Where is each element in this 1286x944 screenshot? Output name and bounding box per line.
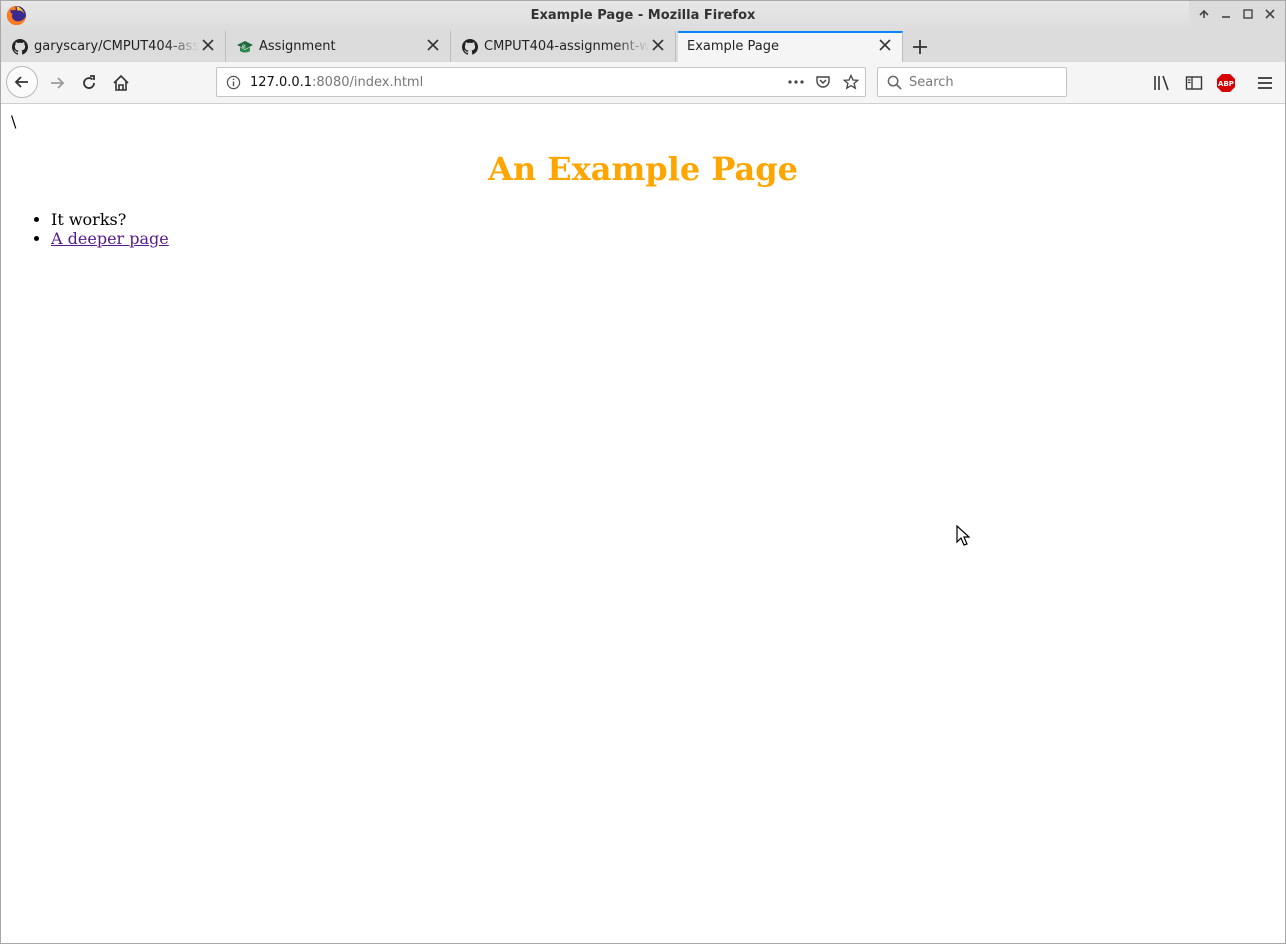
url-path: :8080/index.html — [312, 75, 424, 90]
tab-assignment[interactable]: e Assignment — [226, 31, 451, 62]
mouse-pointer-icon — [956, 525, 970, 546]
window-title: Example Page - Mozilla Firefox — [530, 8, 756, 23]
window-minimize-icon[interactable] — [1219, 7, 1233, 21]
window-close-icon[interactable] — [1263, 7, 1277, 21]
tab-label: Assignment — [259, 39, 336, 54]
list-item-text: It works? — [51, 210, 127, 229]
navigation-toolbar: 127.0.0.1:8080/index.html Search ABP — [1, 62, 1285, 104]
page-heading: An Example Page — [488, 150, 798, 188]
page-content: \ An Example Page It works? A deeper pag… — [1, 104, 1285, 943]
window-up-icon[interactable] — [1197, 7, 1211, 21]
tab-example-page[interactable]: Example Page — [678, 31, 903, 62]
info-circle-icon[interactable] — [226, 75, 241, 90]
content-list: It works? A deeper page — [11, 210, 169, 248]
list-item: A deeper page — [51, 229, 169, 248]
sidebar-icon[interactable] — [1185, 74, 1203, 92]
library-icon[interactable] — [1153, 74, 1171, 92]
page-actions-more-icon[interactable] — [787, 76, 805, 88]
list-item: It works? — [51, 210, 169, 229]
eclass-cap-icon: e — [237, 41, 253, 53]
tab-label: CMPUT404-assignment-w — [484, 39, 649, 54]
adblock-plus-icon[interactable]: ABP — [1216, 73, 1236, 93]
back-button[interactable] — [6, 66, 38, 98]
reload-icon[interactable] — [80, 74, 98, 92]
window-controls — [1189, 1, 1285, 29]
title-bar: Example Page - Mozilla Firefox — [1, 1, 1285, 31]
pocket-icon[interactable] — [815, 74, 831, 90]
svg-text:e: e — [242, 43, 246, 50]
tab-cmput404-assignment[interactable]: CMPUT404-assignment-w — [451, 31, 676, 62]
url-text: 127.0.0.1:8080/index.html — [250, 75, 423, 90]
tab-strip: garyscary/CMPUT404-assi e Assignment CMP… — [1, 31, 1285, 62]
github-icon — [462, 39, 478, 55]
window-maximize-icon[interactable] — [1241, 7, 1255, 21]
tab-github-repo[interactable]: garyscary/CMPUT404-assi — [1, 31, 226, 62]
stray-text: \ — [11, 112, 17, 131]
forward-arrow-icon[interactable] — [48, 74, 66, 92]
close-icon[interactable] — [201, 38, 215, 52]
url-bar[interactable]: 127.0.0.1:8080/index.html — [216, 67, 866, 97]
close-icon[interactable] — [651, 38, 665, 52]
tab-label: garyscary/CMPUT404-assi — [34, 39, 199, 54]
close-icon[interactable] — [426, 38, 440, 52]
home-icon[interactable] — [112, 74, 130, 92]
search-placeholder: Search — [909, 75, 954, 90]
hamburger-menu-icon[interactable] — [1256, 74, 1274, 92]
adblock-label: ABP — [1218, 80, 1234, 88]
tab-label: Example Page — [687, 39, 780, 54]
arrow-left-icon — [14, 76, 28, 88]
search-icon — [887, 75, 902, 90]
bookmark-star-icon[interactable] — [843, 74, 859, 90]
close-icon[interactable] — [878, 38, 892, 52]
search-input[interactable]: Search — [877, 67, 1067, 97]
url-host: 127.0.0.1 — [250, 75, 313, 90]
new-tab-plus-icon[interactable] — [910, 37, 930, 57]
firefox-window: Example Page - Mozilla Firefox garyscary… — [0, 0, 1286, 944]
github-icon — [12, 39, 28, 55]
deeper-page-link[interactable]: A deeper page — [51, 229, 169, 248]
